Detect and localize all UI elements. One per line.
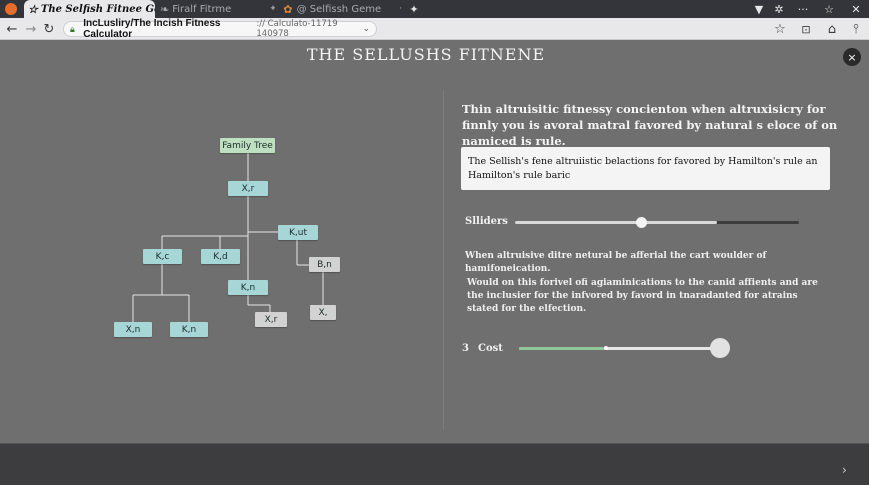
tab-selfish-fitness-gene[interactable]: ☆ The Selfish Fitnee Gene xyxy=(24,0,155,18)
gene-icon: ✿ xyxy=(283,2,293,16)
panel-divider xyxy=(443,90,444,430)
tab-firalf-fitrme[interactable]: ❧ Firalf Fitrme ✦ xyxy=(160,0,275,18)
tree-node[interactable]: K,n xyxy=(228,280,268,295)
tab-close-icon[interactable]: · xyxy=(399,4,402,14)
tree-node[interactable]: K,c xyxy=(143,249,182,264)
cost-number: 3 xyxy=(462,343,469,354)
sliders-label: Slliders xyxy=(465,216,508,227)
browser-logo-icon[interactable] xyxy=(5,3,17,15)
pin-icon: ❧ xyxy=(160,2,170,16)
slider-fill xyxy=(515,221,717,224)
sentence-two: Would on this forivel ofi agiaminication… xyxy=(467,278,818,314)
filter-icon[interactable]: ▼ xyxy=(750,0,768,18)
cost-slider-marker xyxy=(604,346,608,350)
definition-callout: The Sellish's fene altruiistic belaction… xyxy=(461,147,830,190)
tree-node[interactable]: K,ut xyxy=(278,225,318,240)
menu-pin-icon[interactable]: ⫯ xyxy=(846,18,866,40)
home-icon[interactable]: ⌂ xyxy=(822,18,842,40)
address-bar[interactable]: 🔒︎ IncLusliry/The Incish Fitness Calcula… xyxy=(63,18,377,40)
page-content: THE SELLUSHS FITNENE × Family Tree X,r K… xyxy=(0,40,869,443)
bookmark-star-icon[interactable]: ☆ xyxy=(820,0,838,18)
tree-node[interactable]: X, xyxy=(310,305,336,320)
sentence-one: When altruisive ditre netural be afferia… xyxy=(465,251,767,274)
tree-node[interactable]: K,n xyxy=(170,322,208,337)
panel-heading: Thin altruisitic fitnessy concienton whe… xyxy=(462,102,838,148)
cost-label: Cost xyxy=(478,343,503,354)
bookmark-star-icon[interactable]: ☆ xyxy=(770,18,790,40)
star-icon: ☆ xyxy=(28,2,38,16)
tab-label: @ Selfissh Geme xyxy=(296,3,382,15)
pocket-icon[interactable]: ⊡ xyxy=(796,18,816,40)
footer-bar: › xyxy=(0,443,869,485)
url-host: IncLusliry/The Incish Fitness Calculator xyxy=(83,18,221,40)
window-close-icon[interactable]: ✕ xyxy=(847,0,865,18)
url-path: :// Calculato-11719 140978 xyxy=(256,19,338,39)
slider-thumb[interactable] xyxy=(636,217,647,228)
cost-slider-fill xyxy=(519,347,606,350)
new-tab-icon[interactable]: ✦ xyxy=(405,0,423,18)
cost-slider-thumb[interactable] xyxy=(710,338,730,358)
lock-icon: 🔒︎ xyxy=(70,24,75,35)
chevron-down-icon[interactable]: ⌄ xyxy=(362,24,370,34)
tab-selfissh-geme[interactable]: ✿ @ Selfissh Geme · xyxy=(282,0,402,18)
navigation-bar: ← → ↻ 🔒︎ IncLusliry/The Incish Fitness C… xyxy=(0,18,869,40)
tree-node[interactable]: X,r xyxy=(255,312,287,327)
tree-node[interactable]: X,n xyxy=(114,322,152,337)
tree-node[interactable]: B,n xyxy=(309,257,340,272)
close-button[interactable]: × xyxy=(843,48,861,66)
tab-label: The Selfish Fitnee Gene xyxy=(40,3,155,15)
family-tree-connectors xyxy=(132,153,324,322)
more-menu-icon[interactable]: ··· xyxy=(794,0,812,18)
tab-pin-icon[interactable]: ✦ xyxy=(269,4,275,14)
tab-label: Firalf Fitrme xyxy=(172,3,232,15)
tree-node[interactable]: K,d xyxy=(201,249,240,264)
tree-node-root[interactable]: Family Tree xyxy=(220,138,275,153)
tree-node[interactable]: X,r xyxy=(228,181,268,196)
reload-icon[interactable]: ↻ xyxy=(39,18,59,40)
tab-bar: ☆ The Selfish Fitnee Gene ❧ Firalf Fitrm… xyxy=(0,0,869,18)
chevron-right-icon[interactable]: › xyxy=(842,463,847,477)
extensions-icon[interactable]: ✲ xyxy=(770,0,788,18)
back-arrow-icon[interactable]: ← xyxy=(2,18,22,40)
forward-arrow-icon[interactable]: → xyxy=(21,18,41,40)
